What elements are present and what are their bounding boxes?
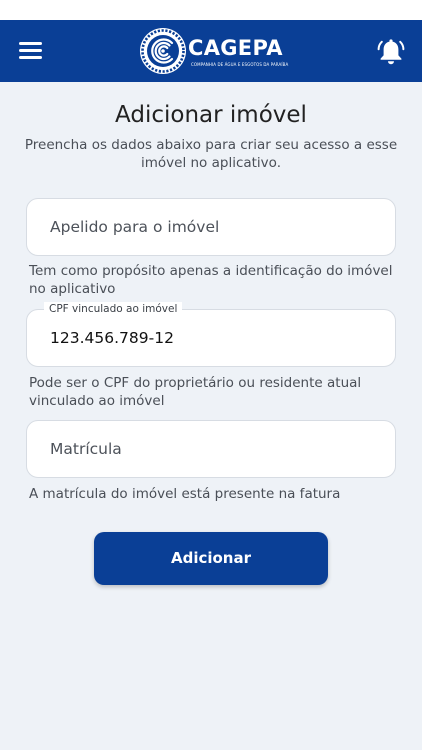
hamburger-menu-icon[interactable]	[16, 39, 46, 63]
bell-ringing-icon[interactable]	[376, 37, 406, 67]
registration-placeholder: Matrícula	[50, 440, 122, 458]
cpf-field-label: CPF vinculado ao imóvel	[44, 302, 183, 316]
cpf-helper-text: Pode ser o CPF do proprietário ou reside…	[29, 375, 362, 409]
status-bar-area	[0, 0, 422, 20]
registration-helper-text: A matrícula do imóvel está presente na f…	[29, 486, 341, 502]
registration-field[interactable]: Matrícula	[26, 420, 396, 478]
add-property-button[interactable]: Adicionar	[94, 532, 328, 585]
app-header: CAGEPA COMPANHIA DE ÁGUA E ESGOTOS DA PA…	[0, 20, 422, 82]
brand-tagline: COMPANHIA DE ÁGUA E ESGOTOS DA PARAÍBA	[191, 62, 289, 67]
cagepa-logo-icon	[140, 28, 186, 74]
cpf-value: 123.456.789-12	[50, 329, 174, 347]
nickname-placeholder: Apelido para o imóvel	[50, 218, 220, 236]
cpf-field[interactable]: CPF vinculado ao imóvel 123.456.789-12	[26, 302, 396, 367]
brand-name: CAGEPA	[188, 36, 283, 60]
nickname-field[interactable]: Apelido para o imóvel	[26, 198, 396, 256]
page-title: Adicionar imóvel	[115, 102, 307, 128]
brand-logo: CAGEPA COMPANHIA DE ÁGUA E ESGOTOS DA PA…	[139, 27, 289, 75]
nickname-helper-text: Tem como propósito apenas a identificaçã…	[29, 263, 393, 297]
page-subtitle: Preencha os dados abaixo para criar seu …	[24, 137, 398, 171]
